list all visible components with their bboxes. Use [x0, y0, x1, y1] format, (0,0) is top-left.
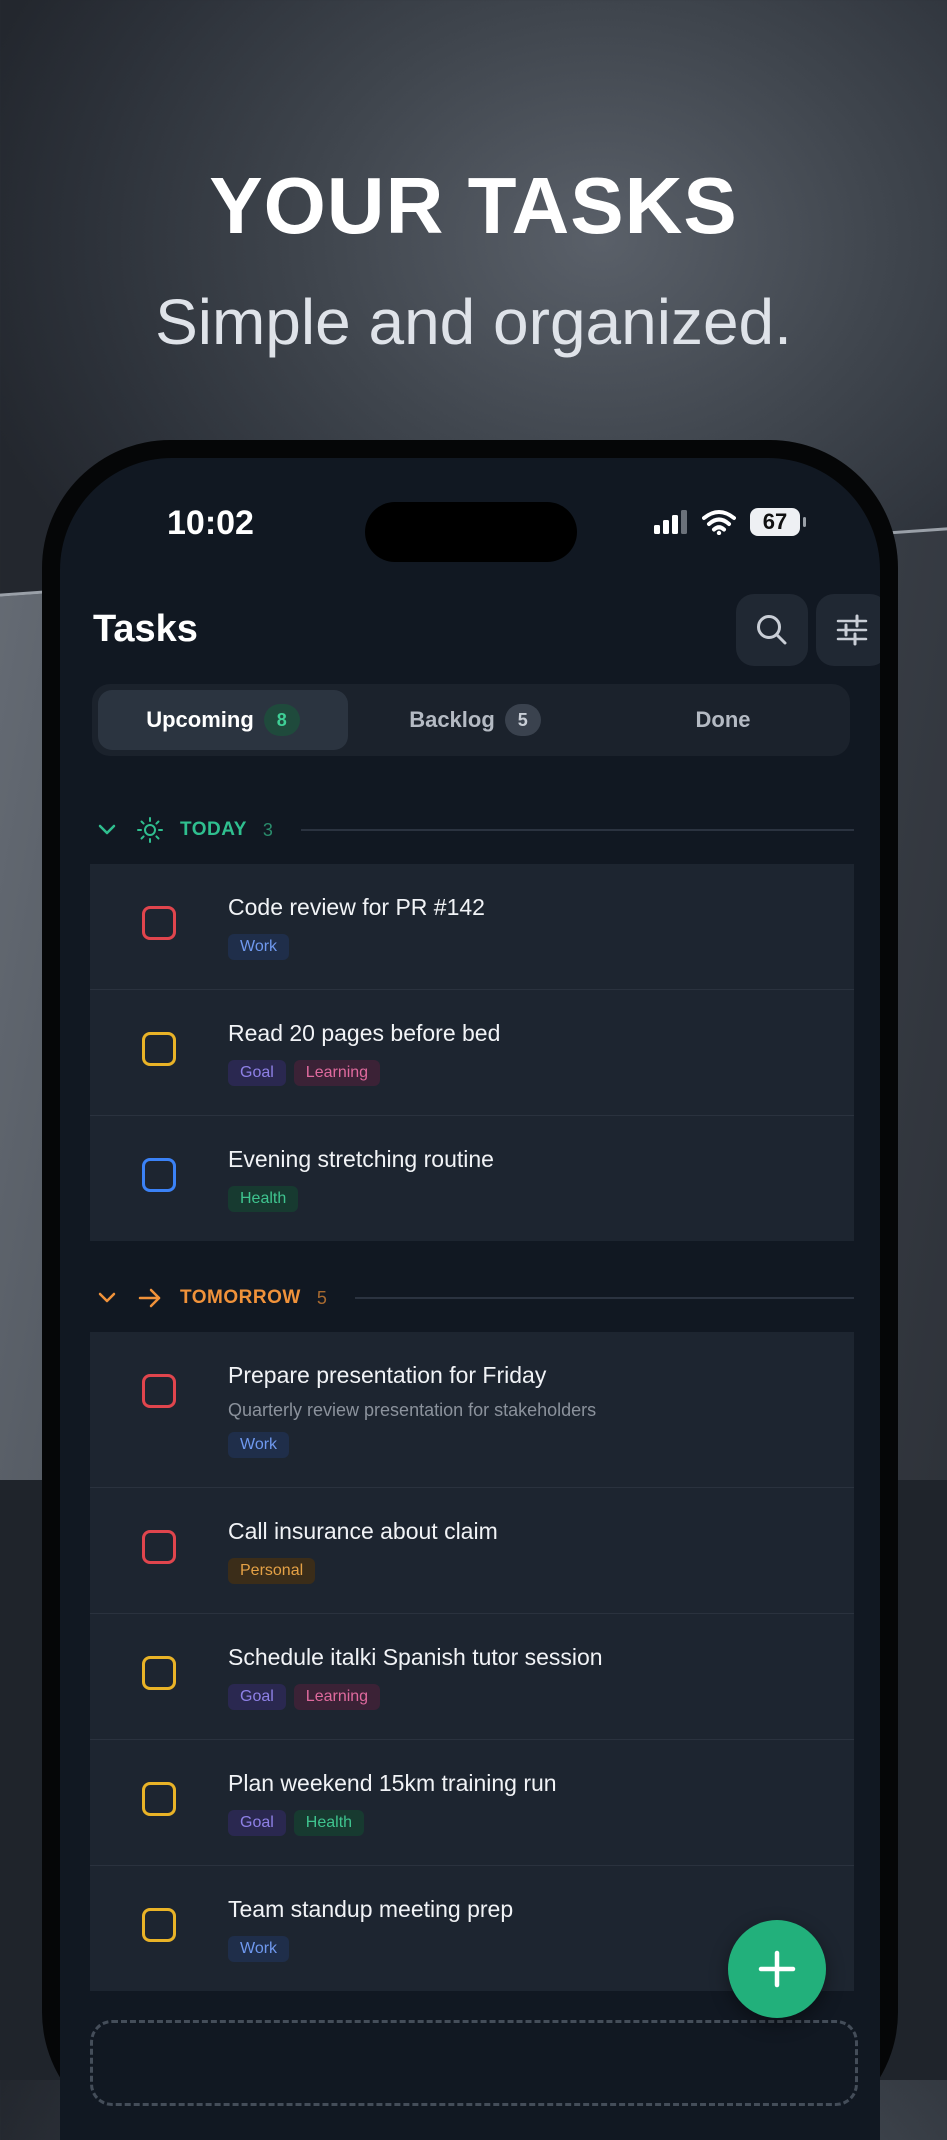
- task-tags: Goal Learning: [228, 1684, 381, 1710]
- task-checkbox[interactable]: [142, 1782, 176, 1816]
- status-time: 10:02: [167, 504, 254, 542]
- task-card-today: Code review for PR #142 Work Read 20 pag…: [90, 864, 854, 1241]
- tag: Health: [228, 1186, 299, 1212]
- task-title: Code review for PR #142: [228, 894, 485, 920]
- section-label: TOMORROW: [180, 1287, 301, 1308]
- task-title: Plan weekend 15km training run: [228, 1770, 557, 1796]
- task-tags: Work: [228, 934, 290, 960]
- tag: Learning: [293, 1060, 381, 1086]
- task-tags: Work: [228, 1432, 290, 1458]
- section-divider: [301, 829, 854, 831]
- task-tags: Health: [228, 1186, 299, 1212]
- task-checkbox[interactable]: [142, 1032, 176, 1066]
- hero-subtitle: Simple and organized.: [155, 286, 792, 358]
- tab-backlog[interactable]: Backlog 5: [350, 690, 600, 750]
- phone-frame: 10:02 67 Tasks Upcoming 8 Backlog 5 Done…: [42, 440, 898, 2140]
- add-task-button[interactable]: [728, 1920, 826, 2018]
- search-button[interactable]: [736, 594, 808, 666]
- task-row[interactable]: Prepare presentation for Friday Quarterl…: [90, 1332, 854, 1488]
- task-row[interactable]: Evening stretching routine Health: [90, 1116, 854, 1241]
- section-header-tomorrow[interactable]: TOMORROW 5: [90, 1278, 854, 1318]
- tab-bar: Upcoming 8 Backlog 5 Done: [92, 684, 850, 756]
- tag: Goal: [228, 1684, 286, 1710]
- page-title: Tasks: [93, 608, 198, 650]
- section-label: TODAY: [180, 819, 247, 840]
- section-count: 5: [316, 1287, 328, 1308]
- signal-icon: [654, 510, 687, 534]
- hero-title: YOUR TASKS: [209, 161, 738, 250]
- dynamic-island: [365, 502, 577, 562]
- task-checkbox[interactable]: [142, 1908, 176, 1942]
- task-card-tomorrow: Prepare presentation for Friday Quarterl…: [90, 1332, 854, 1991]
- task-title: Call insurance about claim: [228, 1518, 498, 1544]
- tab-upcoming[interactable]: Upcoming 8: [98, 690, 348, 750]
- task-title: Read 20 pages before bed: [228, 1020, 501, 1046]
- tag: Goal: [228, 1060, 286, 1086]
- tag: Health: [293, 1810, 365, 1836]
- task-title: Prepare presentation for Friday: [228, 1362, 547, 1388]
- add-task-placeholder[interactable]: [90, 2020, 858, 2106]
- tab-label: Backlog: [409, 707, 495, 732]
- task-tags: Work: [228, 1936, 290, 1962]
- tag: Personal: [228, 1558, 316, 1584]
- filter-button[interactable]: [816, 594, 880, 666]
- phone-screen: 10:02 67 Tasks Upcoming 8 Backlog 5 Done…: [60, 458, 880, 2140]
- battery-indicator: 67: [750, 508, 806, 536]
- chevron-down-icon: [98, 1292, 116, 1303]
- tab-count: 8: [263, 704, 300, 736]
- tab-label: Done: [695, 707, 751, 732]
- section-count: 3: [262, 819, 274, 840]
- tab-label: Upcoming: [146, 707, 254, 732]
- tag: Work: [228, 1936, 290, 1962]
- task-tags: Goal Learning: [228, 1060, 381, 1086]
- tag: Goal: [228, 1810, 286, 1836]
- task-row[interactable]: Code review for PR #142 Work: [90, 864, 854, 990]
- task-title: Evening stretching routine: [228, 1146, 494, 1172]
- task-row[interactable]: Schedule italki Spanish tutor session Go…: [90, 1614, 854, 1740]
- status-icons: 67: [654, 508, 806, 536]
- search-icon: [757, 615, 787, 645]
- section-divider: [355, 1297, 854, 1299]
- task-row[interactable]: Read 20 pages before bed Goal Learning: [90, 990, 854, 1116]
- tag: Work: [228, 1432, 290, 1458]
- task-tags: Personal: [228, 1558, 316, 1584]
- plus-icon: [758, 1950, 796, 1988]
- task-row[interactable]: Plan weekend 15km training run Goal Heal…: [90, 1740, 854, 1866]
- section-header-today[interactable]: TODAY 3: [90, 810, 854, 850]
- task-row[interactable]: Call insurance about claim Personal: [90, 1488, 854, 1614]
- tab-count: 5: [504, 704, 541, 736]
- arrow-right-icon: [138, 1288, 161, 1308]
- task-checkbox[interactable]: [142, 1374, 176, 1408]
- sun-icon: [137, 817, 163, 843]
- task-title: Schedule italki Spanish tutor session: [228, 1644, 603, 1670]
- tab-done[interactable]: Done: [602, 690, 844, 750]
- task-checkbox[interactable]: [142, 1530, 176, 1564]
- task-title: Team standup meeting prep: [228, 1896, 514, 1922]
- chevron-down-icon: [98, 824, 116, 835]
- wifi-icon: [702, 510, 736, 535]
- sliders-icon: [836, 614, 868, 646]
- task-checkbox[interactable]: [142, 906, 176, 940]
- task-checkbox[interactable]: [142, 1158, 176, 1192]
- tag: Work: [228, 934, 290, 960]
- task-tags: Goal Health: [228, 1810, 365, 1836]
- tag: Learning: [293, 1684, 381, 1710]
- task-description: Quarterly review presentation for stakeh…: [228, 1400, 597, 1420]
- task-checkbox[interactable]: [142, 1656, 176, 1690]
